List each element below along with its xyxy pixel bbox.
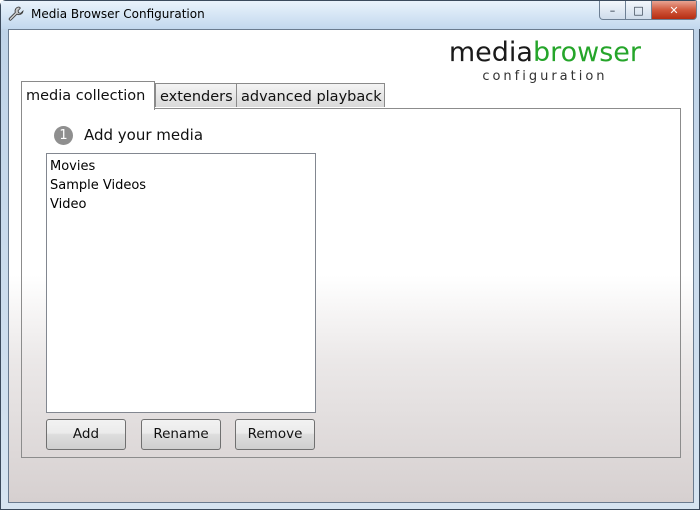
list-item[interactable]: Movies: [50, 157, 312, 176]
section-heading: Add your media: [84, 126, 204, 144]
logo-subtitle: configuration: [482, 69, 608, 84]
media-browser-logo: mediabrowser configuration: [448, 37, 641, 85]
window-controls: – □ ✕: [599, 1, 697, 20]
tab-media-collection[interactable]: media collection: [21, 81, 155, 110]
media-folder-list[interactable]: Movies Sample Videos Video: [46, 153, 316, 413]
tab-advanced-playback[interactable]: advanced playback: [236, 83, 385, 107]
client-area: mediabrowser configuration media collect…: [8, 29, 694, 503]
step-number-badge: 1: [54, 126, 73, 145]
list-item[interactable]: Video: [50, 195, 312, 214]
logo-wordmark: mediabrowser: [448, 37, 641, 68]
app-window: Media Browser Configuration – □ ✕ mediab…: [0, 0, 700, 510]
minimize-icon: –: [609, 3, 616, 17]
maximize-icon: □: [633, 3, 644, 17]
rename-button[interactable]: Rename: [141, 419, 221, 450]
close-icon: ✕: [669, 3, 679, 17]
add-button[interactable]: Add: [46, 419, 126, 450]
list-item[interactable]: Sample Videos: [50, 176, 312, 195]
maximize-button[interactable]: □: [626, 1, 652, 20]
remove-button[interactable]: Remove: [235, 419, 315, 450]
minimize-button[interactable]: –: [599, 1, 626, 20]
media-collection-panel: 1 Add your media Movies Sample Videos Vi…: [21, 108, 681, 458]
wrench-icon: [8, 6, 24, 21]
tab-extenders[interactable]: extenders: [155, 83, 237, 107]
title-bar[interactable]: Media Browser Configuration – □ ✕: [1, 1, 700, 29]
window-title: Media Browser Configuration: [31, 7, 205, 21]
close-button[interactable]: ✕: [652, 1, 697, 20]
